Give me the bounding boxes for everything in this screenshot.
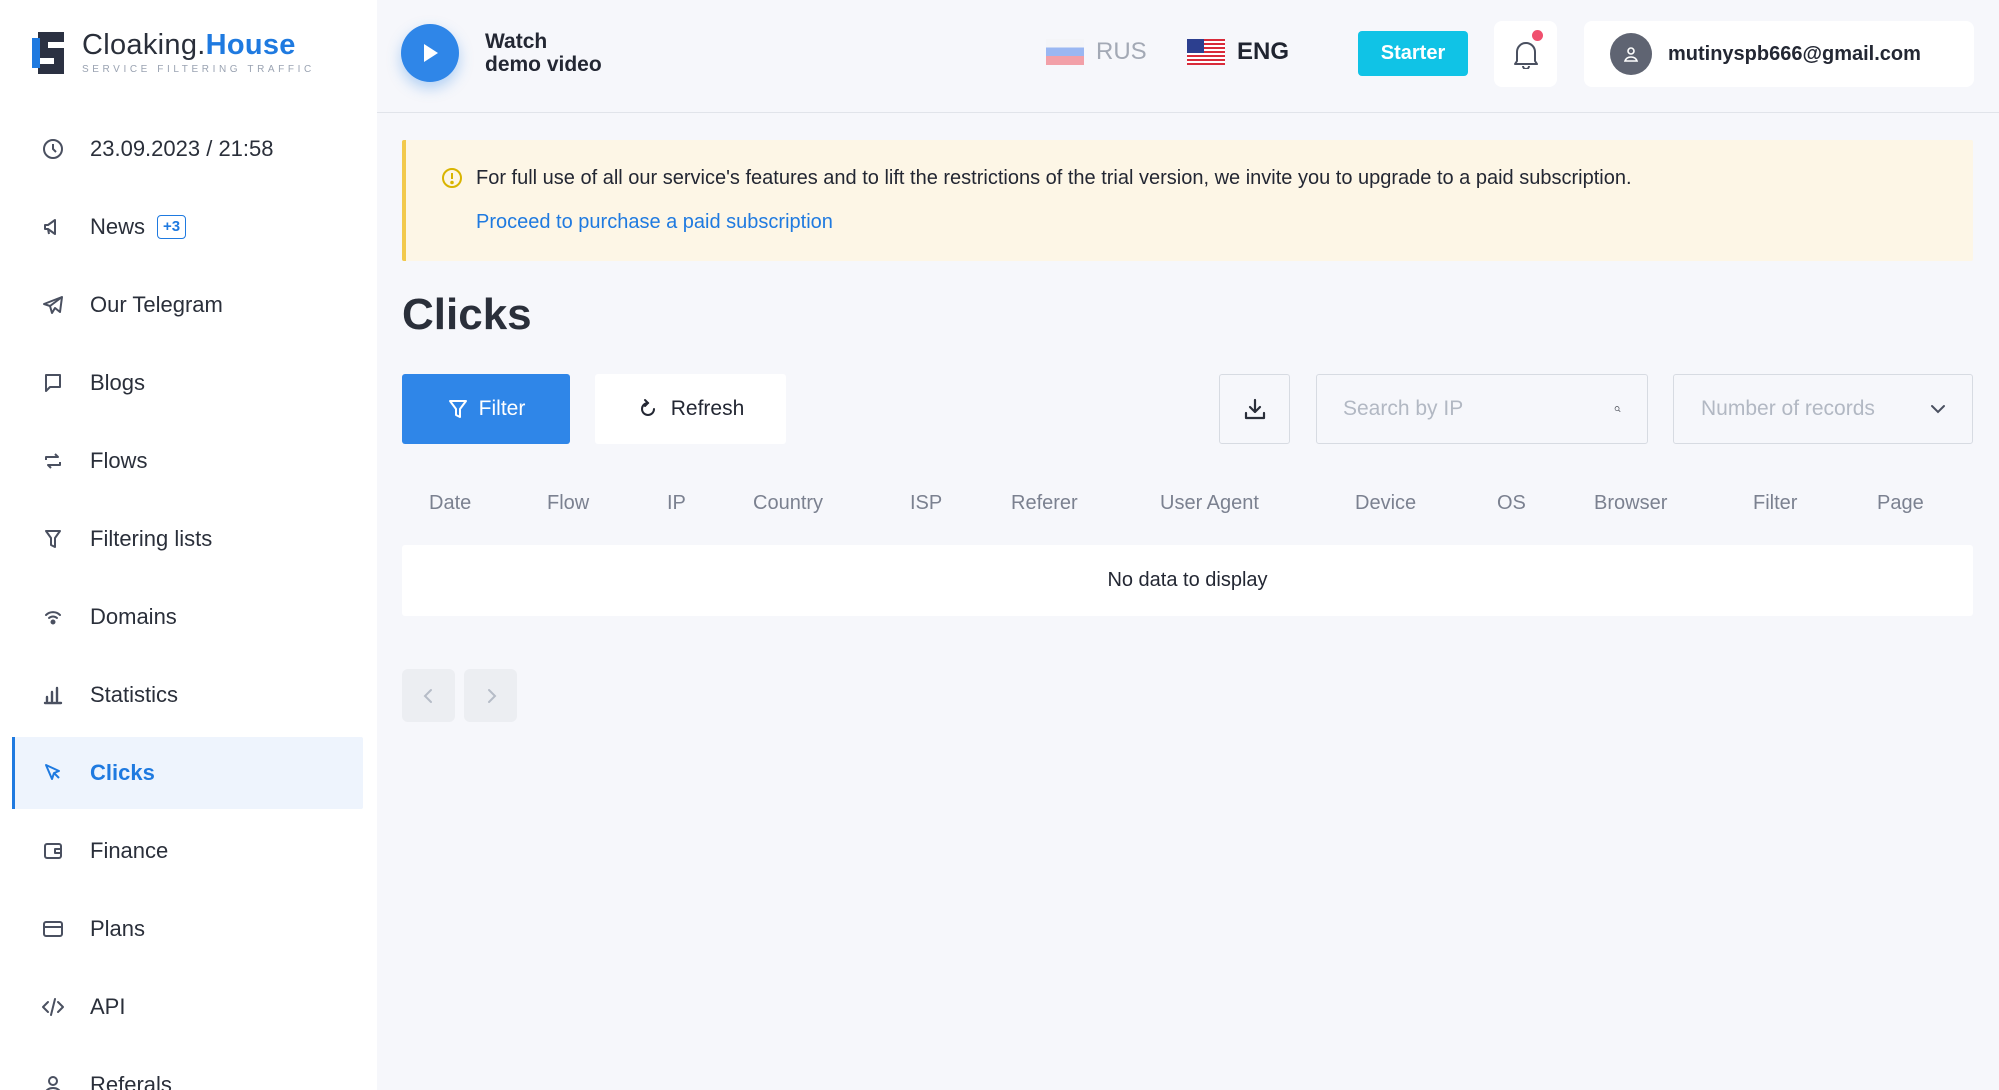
sidebar-item-clicks[interactable]: Clicks [12,737,363,809]
sidebar-nav: 23.09.2023 / 21:58 News +3 Our Telegram … [12,113,363,1090]
sidebar-item-plans[interactable]: Plans [12,893,363,965]
sidebar-item-label: API [90,994,126,1019]
sidebar-item-blogs[interactable]: Blogs [12,347,363,419]
bell-icon [1513,42,1538,69]
filter-label: Filter [478,397,526,420]
column-header-page[interactable]: Page [1877,492,1924,515]
plan-button[interactable]: Starter [1358,31,1468,76]
sidebar-item-finance[interactable]: Finance [12,815,363,887]
sidebar-item-api[interactable]: API [12,971,363,1043]
sidebar-item-telegram[interactable]: Our Telegram [12,269,363,341]
avatar [1610,33,1652,75]
user-menu[interactable]: mutinyspb666@gmail.com [1584,21,1974,87]
notification-dot [1532,30,1543,41]
usa-flag-icon [1187,39,1225,65]
top-header: Watch demo video RUS ENG Starter mutinys… [377,0,1999,113]
clock-icon [40,136,66,162]
search-icon[interactable] [1614,397,1621,421]
column-header-filter[interactable]: Filter [1753,492,1797,515]
sidebar-item-referals[interactable]: Referals [12,1049,363,1090]
logo[interactable]: Cloaking.House SERVICE FILTERING TRAFFIC [30,28,315,78]
sidebar-item-flows[interactable]: Flows [12,425,363,497]
sidebar-item-label: Statistics [90,682,179,707]
sidebar: Cloaking.House SERVICE FILTERING TRAFFIC… [0,0,377,1090]
column-header-country[interactable]: Country [753,492,823,515]
sidebar-item-statistics[interactable]: Statistics [12,659,363,731]
funnel-icon [448,400,467,418]
table-header: Date Flow IP Country ISP Referer User Ag… [402,492,1973,520]
records-select-placeholder: Number of records [1701,397,1875,420]
warning-icon [442,168,462,188]
purchase-subscription-link[interactable]: Proceed to purchase a paid subscription [476,211,833,234]
download-icon [1244,398,1265,420]
refresh-label: Refresh [670,397,745,420]
table-empty-row: No data to display [402,545,1973,616]
search-input[interactable] [1343,397,1614,421]
sidebar-item-label: Flows [90,448,148,473]
language-rus[interactable]: RUS [1046,38,1147,66]
sidebar-item-label: Finance [90,838,169,863]
refresh-button[interactable]: Refresh [595,374,786,444]
user-icon [40,1072,66,1090]
sidebar-item-label: Blogs [90,370,146,395]
chevron-left-icon [423,688,432,703]
sidebar-item-label: Referals [90,1072,172,1090]
sidebar-item-label: Our Telegram [90,292,223,317]
column-header-ip[interactable]: IP [667,492,686,515]
code-icon [40,994,66,1020]
wifi-icon [40,604,66,630]
column-header-device[interactable]: Device [1355,492,1416,515]
chevron-right-icon [487,688,496,703]
records-select[interactable]: Number of records [1673,374,1973,444]
next-page-button[interactable] [464,669,517,722]
sidebar-item-datetime: 23.09.2023 / 21:58 [12,113,363,185]
search-box [1316,374,1648,444]
wallet-icon [40,838,66,864]
play-icon [401,24,459,82]
user-avatar-icon [1623,47,1639,62]
download-button[interactable] [1219,374,1290,444]
card-icon [40,916,66,942]
column-header-referer[interactable]: Referer [1011,492,1078,515]
page-title: Clicks [402,290,532,339]
user-email: mutinyspb666@gmail.com [1668,42,1921,65]
notifications-button[interactable] [1494,21,1557,87]
trial-alert: For full use of all our service's featur… [402,140,1973,261]
column-header-date[interactable]: Date [429,492,471,515]
funnel-icon [40,526,66,552]
language-eng[interactable]: ENG [1187,38,1289,66]
watch-demo-button[interactable]: Watch demo video [401,24,602,82]
repeat-icon [40,448,66,474]
logo-title: Cloaking.House [82,29,296,61]
megaphone-icon [40,214,66,240]
russia-flag-icon [1046,39,1084,65]
sidebar-item-filtering-lists[interactable]: Filtering lists [12,503,363,575]
sidebar-item-label: News [90,214,146,239]
news-badge: +3 [157,215,187,239]
sidebar-item-label: 23.09.2023 / 21:58 [90,136,274,161]
sidebar-item-label: Filtering lists [90,526,213,551]
refresh-icon [640,399,655,416]
prev-page-button[interactable] [402,669,455,722]
bar-chart-icon [40,682,66,708]
column-header-browser[interactable]: Browser [1594,492,1667,515]
alert-text: For full use of all our service's featur… [476,167,1632,189]
column-header-flow[interactable]: Flow [547,492,589,515]
chevron-down-icon [1931,405,1945,414]
filter-button[interactable]: Filter [402,374,570,444]
logo-mark-icon [32,32,64,74]
column-header-os[interactable]: OS [1497,492,1526,515]
column-header-isp[interactable]: ISP [910,492,942,515]
sidebar-item-domains[interactable]: Domains [12,581,363,653]
sidebar-item-label: Domains [90,604,177,629]
sidebar-item-label: Plans [90,916,146,941]
message-icon [40,370,66,396]
sidebar-item-news[interactable]: News +3 [12,191,363,263]
sidebar-item-label: Clicks [90,760,155,785]
telegram-icon [40,292,66,318]
logo-tagline: SERVICE FILTERING TRAFFIC [82,64,315,75]
demo-label: Watch demo video [485,30,602,76]
cursor-icon [40,760,66,786]
column-header-user-agent[interactable]: User Agent [1160,492,1259,515]
